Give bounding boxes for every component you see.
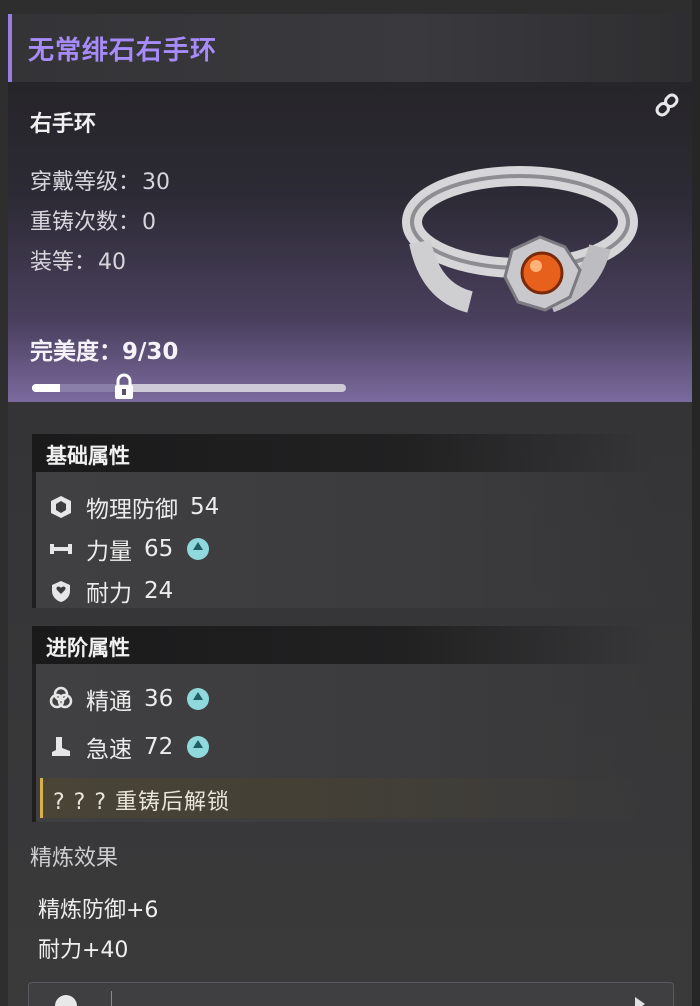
divider — [111, 991, 112, 1006]
attr-value: 24 — [144, 578, 174, 604]
mastery-icon — [49, 686, 73, 709]
chevron-right-icon — [635, 997, 645, 1006]
attr-value: 36 — [144, 686, 174, 712]
perfection-value: 9/30 — [122, 339, 179, 365]
attr-row-stamina: 耐力 24 — [48, 574, 173, 608]
attr-name: 急速 — [86, 737, 132, 763]
dumbbell-icon — [50, 544, 72, 554]
adv-attrs-title: 进阶属性 — [46, 636, 130, 660]
item-name: 无常绯石右手环 — [28, 36, 218, 66]
attr-value: 65 — [144, 536, 174, 562]
attr-row-haste: 急速 72 — [48, 730, 210, 764]
attr-value: 72 — [144, 734, 174, 760]
boot-icon — [52, 737, 70, 756]
attr-row-mastery: 精通 36 — [48, 682, 210, 716]
attr-value: 54 — [190, 494, 220, 520]
stat-label: 重铸次数： — [30, 210, 141, 235]
stat-gear-score: 装等：40 — [30, 244, 126, 276]
shield-hex-icon — [51, 496, 71, 518]
item-tooltip-card: 无常绯石右手环 右手环 穿戴等级：30 重铸次数：0 装等：40 完美度：9/3… — [8, 14, 692, 1006]
locked-attr-text: ? ? ? 重铸后解锁 — [53, 790, 231, 815]
stat-reforge-count: 重铸次数：0 — [30, 204, 156, 236]
action-icon — [55, 995, 77, 1006]
attr-name: 力量 — [86, 539, 132, 565]
locked-attr-row: ? ? ? 重铸后解锁 — [40, 778, 643, 818]
stat-wear-level: 穿戴等级：30 — [30, 164, 170, 196]
bottom-action-button[interactable] — [28, 982, 674, 1006]
link-icon[interactable] — [652, 90, 682, 120]
upgrade-arrow-icon[interactable] — [187, 538, 210, 560]
base-attrs-title: 基础属性 — [46, 444, 130, 468]
item-slot: 右手环 — [30, 112, 97, 137]
perfection-text: 完美度： — [30, 339, 122, 365]
stat-value: 40 — [98, 250, 127, 275]
refine-item: 精炼防御+6 — [38, 898, 159, 923]
stat-value: 0 — [142, 210, 157, 235]
refine-item: 耐力+40 — [38, 938, 129, 963]
perfection-label: 完美度：9/30 — [30, 332, 178, 366]
attr-name: 耐力 — [86, 581, 132, 607]
upgrade-arrow-icon[interactable] — [187, 688, 210, 710]
stat-label: 穿戴等级： — [30, 170, 141, 195]
heart-shield-icon — [52, 581, 70, 602]
attr-row-strength: 力量 65 — [48, 532, 210, 566]
perfection-bar — [32, 384, 346, 392]
lock-icon — [115, 373, 133, 399]
attr-name: 物理防御 — [86, 497, 178, 523]
bracelet-image — [402, 166, 638, 313]
upgrade-arrow-icon[interactable] — [187, 736, 210, 758]
title-bar: 无常绯石右手环 — [8, 14, 692, 82]
stat-value: 30 — [142, 170, 171, 195]
attr-row-physical-defense: 物理防御 54 — [48, 490, 219, 524]
adv-attrs-header: 进阶属性 — [32, 626, 652, 664]
attr-name: 精通 — [86, 689, 132, 715]
refine-title: 精炼效果 — [30, 846, 119, 871]
background-edge — [692, 0, 700, 1006]
stat-label: 装等： — [30, 250, 97, 275]
base-attrs-header: 基础属性 — [32, 434, 652, 472]
title-accent — [8, 14, 12, 82]
